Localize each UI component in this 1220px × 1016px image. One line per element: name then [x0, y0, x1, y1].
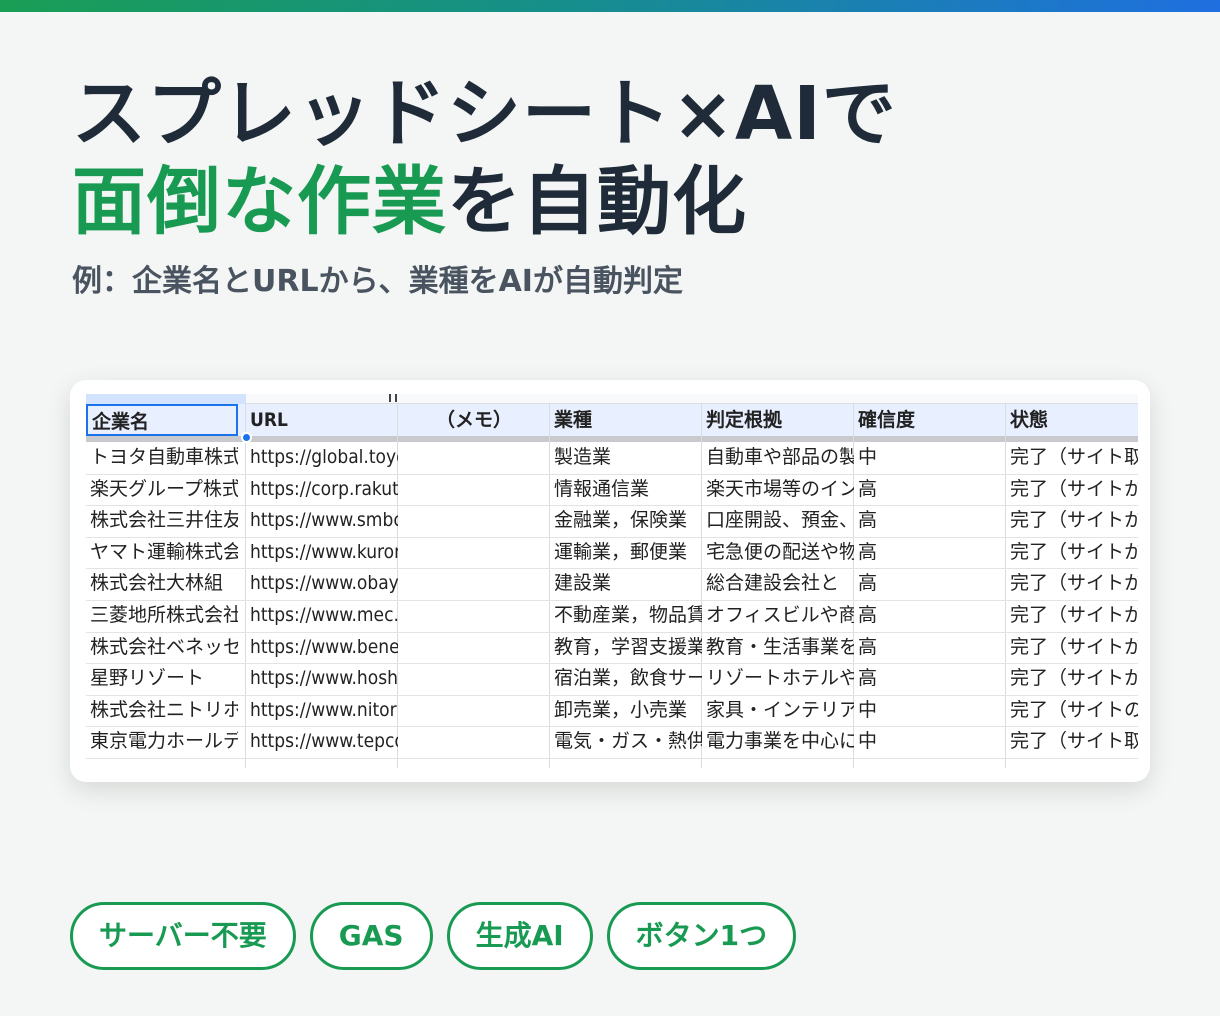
table-cell[interactable]	[398, 442, 550, 473]
header-cell[interactable]: （メモ）	[398, 404, 550, 436]
table-cell[interactable]: 東京電力ホールディングス	[86, 726, 238, 757]
table-cell[interactable]: 製造業	[550, 442, 702, 473]
table-cell[interactable]: 三菱地所株式会社	[86, 600, 238, 631]
table-cell[interactable]: 完了（サイトから	[1006, 663, 1138, 694]
table-cell[interactable]: 金融業，保険業	[550, 505, 702, 536]
header-cell[interactable]: 状態	[1006, 404, 1138, 436]
table-cell[interactable]	[398, 695, 550, 726]
row-gridline	[86, 758, 1138, 759]
table-cell[interactable]: トヨタ自動車株式会社	[86, 442, 238, 473]
table-cell[interactable]: 電力事業を中心に	[702, 726, 854, 757]
feature-tag: ボタン1つ	[606, 902, 797, 970]
table-cell[interactable]: 宅急便の配送や物流	[702, 537, 854, 568]
table-cell[interactable]: 完了（サイトから	[1006, 537, 1138, 568]
table-cell[interactable]	[398, 474, 550, 505]
table-cell[interactable]: 高	[854, 663, 1006, 694]
table-cell[interactable]	[398, 537, 550, 568]
selected-column-highlight	[86, 394, 246, 404]
table-cell[interactable]: https://www.obayashi.co.jp/	[246, 568, 398, 599]
headline-line-2: 面倒な作業を自動化	[72, 158, 897, 246]
table-cell[interactable]: 教育・生活事業を	[702, 632, 854, 663]
table-cell[interactable]: 教育，学習支援業	[550, 632, 702, 663]
header-cell[interactable]: 企業名	[86, 404, 238, 436]
table-cell[interactable]: 中	[854, 442, 1006, 473]
table-cell[interactable]: 中	[854, 726, 1006, 757]
table-cell[interactable]: https://global.toyota/jp/	[246, 442, 398, 473]
table-cell[interactable]: 口座開設、預金、	[702, 505, 854, 536]
table-cell[interactable]	[398, 632, 550, 663]
table-cell[interactable]	[398, 726, 550, 757]
feature-tags: サーバー不要 GAS 生成AI ボタン1つ	[70, 902, 797, 970]
table-cell[interactable]: https://www.hoshinoresorts.com/	[246, 663, 398, 694]
table-cell[interactable]: 完了（サイト取得	[1006, 726, 1138, 757]
table-cell[interactable]: リゾートホテルや旅館	[702, 663, 854, 694]
table-cell[interactable]: https://corp.rakuten.co.jp/	[246, 474, 398, 505]
table-cell[interactable]: 高	[854, 474, 1006, 505]
table-cell[interactable]: 株式会社三井住友銀行	[86, 505, 238, 536]
headline-line-1: スプレッドシート×AIで	[72, 71, 897, 157]
table-cell[interactable]: 高	[854, 505, 1006, 536]
table-cell[interactable]: 株式会社大林組	[86, 568, 238, 599]
feature-tag: 生成AI	[446, 902, 593, 970]
headline: スプレッドシート×AIで 面倒な作業を自動化	[72, 70, 897, 246]
header-cell[interactable]: 判定根拠	[702, 404, 854, 436]
table-cell[interactable]: 総合建設会社と	[702, 568, 854, 599]
headline-rest: を自動化	[447, 159, 747, 245]
table-cell[interactable]: オフィスビルや商業	[702, 600, 854, 631]
table-cell[interactable]: 運輸業，郵便業	[550, 537, 702, 568]
column-header-strip	[86, 394, 1138, 404]
table-cell[interactable]: 高	[854, 568, 1006, 599]
table-cell[interactable]: 高	[854, 537, 1006, 568]
table-cell[interactable]: 星野リゾート	[86, 663, 238, 694]
table-cell[interactable]: 卸売業，小売業	[550, 695, 702, 726]
table-cell[interactable]: 完了（サイトから	[1006, 568, 1138, 599]
table-cell[interactable]: 楽天市場等のインター	[702, 474, 854, 505]
spreadsheet-grid[interactable]: 企業名URL（メモ）業種判定根拠確信度状態トヨタ自動車株式会社 https://g…	[86, 394, 1138, 768]
table-cell[interactable]: 高	[854, 632, 1006, 663]
table-cell[interactable]	[398, 568, 550, 599]
headline-accent: 面倒な作業	[72, 159, 447, 245]
table-cell[interactable]: 完了（サイトの	[1006, 695, 1138, 726]
table-cell[interactable]: 完了（サイト取得	[1006, 442, 1138, 473]
table-cell[interactable]: https://www.tepco.co.jp/	[246, 726, 398, 757]
table-cell[interactable]: 完了（サイトから	[1006, 505, 1138, 536]
table-cell[interactable]: 建設業	[550, 568, 702, 599]
table-cell[interactable]: https://www.nitorihd.co.jp/	[246, 695, 398, 726]
table-cell[interactable]: 完了（サイトから	[1006, 600, 1138, 631]
table-cell[interactable]: https://www.benesse-hd.co.jp/	[246, 632, 398, 663]
table-cell[interactable]	[398, 663, 550, 694]
table-cell[interactable]: https://www.kuronekoyamato.co.jp/	[246, 537, 398, 568]
table-cell[interactable]: 中	[854, 695, 1006, 726]
table-cell[interactable]	[398, 505, 550, 536]
table-cell[interactable]: 楽天グループ株式会社	[86, 474, 238, 505]
table-cell[interactable]: 電気・ガス・熱供給業	[550, 726, 702, 757]
feature-tag: サーバー不要	[70, 902, 296, 970]
table-cell[interactable]: 完了（サイトから	[1006, 474, 1138, 505]
table-cell[interactable]: 不動産業，物品賃貸業	[550, 600, 702, 631]
table-cell[interactable]: 宿泊業，飲食サービス業	[550, 663, 702, 694]
table-cell[interactable]: 家具・インテリア	[702, 695, 854, 726]
column-resize-handle[interactable]	[389, 394, 397, 402]
table-cell[interactable]: 高	[854, 600, 1006, 631]
table-cell[interactable]: 株式会社ニトリホールディングス	[86, 695, 238, 726]
table-cell[interactable]	[398, 600, 550, 631]
table-cell[interactable]: https://www.mec.co.jp/	[246, 600, 398, 631]
table-cell[interactable]: 自動車や部品の製造	[702, 442, 854, 473]
table-cell[interactable]: 完了（サイトから	[1006, 632, 1138, 663]
top-gradient-bar	[0, 0, 1220, 12]
table-cell[interactable]: 株式会社ベネッセ	[86, 632, 238, 663]
header-cell[interactable]: 確信度	[854, 404, 1006, 436]
header-cell[interactable]: URL	[246, 404, 398, 436]
feature-tag: GAS	[309, 902, 433, 970]
table-cell[interactable]: https://www.smbc.co.jp/	[246, 505, 398, 536]
table-cell[interactable]: 情報通信業	[550, 474, 702, 505]
header-cell[interactable]: 業種	[550, 404, 702, 436]
subtitle: 例：企業名とURLから、業種をAIが自動判定	[72, 264, 683, 299]
spreadsheet-card: 企業名URL（メモ）業種判定根拠確信度状態トヨタ自動車株式会社 https://g…	[70, 380, 1150, 782]
table-cell[interactable]: ヤマト運輸株式会社	[86, 537, 238, 568]
